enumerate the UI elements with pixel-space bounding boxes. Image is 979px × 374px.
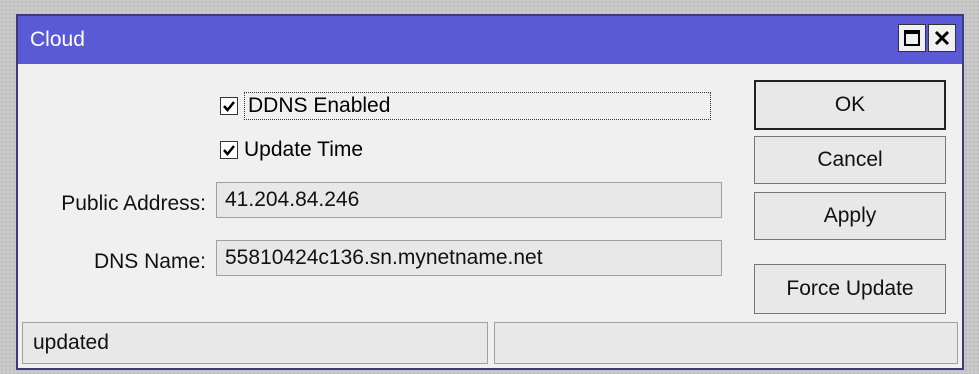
status-text: updated xyxy=(22,322,488,364)
update-time-row[interactable]: Update Time xyxy=(220,138,363,162)
maximize-button[interactable] xyxy=(898,24,926,52)
status-bar: updated xyxy=(22,322,958,364)
title-bar[interactable]: Cloud xyxy=(18,16,962,64)
ddns-enabled-label[interactable]: DDNS Enabled xyxy=(244,92,711,120)
update-time-label[interactable]: Update Time xyxy=(244,138,363,162)
dns-name-field[interactable]: 55810424c136.sn.mynetname.net xyxy=(216,240,722,276)
ddns-enabled-checkbox[interactable] xyxy=(220,97,238,115)
update-time-checkbox[interactable] xyxy=(220,141,238,159)
dns-name-label: DNS Name: xyxy=(93,250,206,273)
public-address-label: Public Address: xyxy=(61,192,206,215)
public-address-field[interactable]: 41.204.84.246 xyxy=(216,182,722,218)
close-button[interactable] xyxy=(928,24,956,52)
cancel-button[interactable]: Cancel xyxy=(754,136,946,184)
status-secondary xyxy=(494,322,958,364)
window-title: Cloud xyxy=(30,28,85,51)
close-icon xyxy=(934,30,950,46)
dialog-content: DDNS Enabled Update Time Public Address:… xyxy=(18,64,962,368)
apply-button[interactable]: Apply xyxy=(754,192,946,240)
maximize-icon xyxy=(904,30,920,46)
force-update-button[interactable]: Force Update xyxy=(754,264,946,314)
ok-button[interactable]: OK xyxy=(754,80,946,130)
check-icon xyxy=(223,101,235,112)
check-icon xyxy=(223,145,235,156)
ddns-enabled-row[interactable]: DDNS Enabled xyxy=(220,92,711,120)
cloud-dialog: Cloud DDNS Enabled Update Time Public Ad… xyxy=(16,14,964,370)
